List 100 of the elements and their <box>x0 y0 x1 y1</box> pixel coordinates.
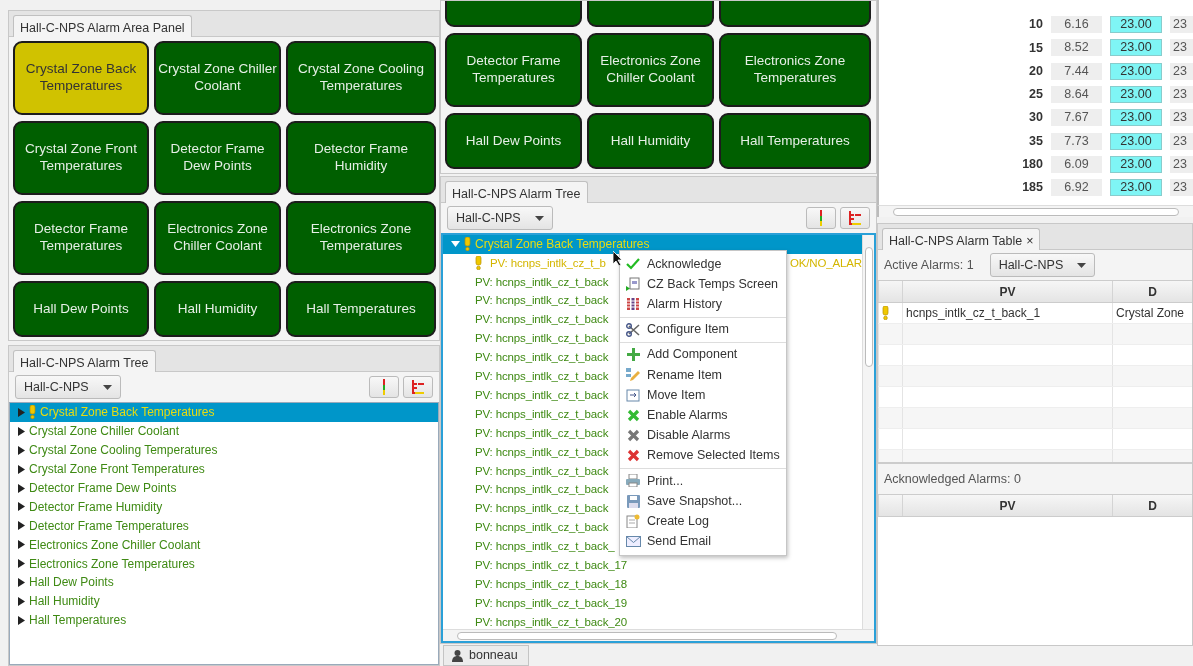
alarm-area-button[interactable]: Electronics Zone Temperatures <box>719 33 871 107</box>
column-header[interactable]: PV <box>999 496 1016 515</box>
alarm-area-button[interactable]: Electronics Zone Chiller Coolant <box>154 201 281 275</box>
tree-item[interactable]: Crystal Zone Cooling Temperatures <box>10 440 438 460</box>
tree-item[interactable]: Crystal Zone Front Temperatures <box>10 459 438 479</box>
column-header[interactable]: D <box>1148 496 1157 515</box>
value-cell: 6.92 <box>1051 179 1102 197</box>
row-label: 35 <box>1028 132 1043 150</box>
value-cell: 7.73 <box>1051 132 1102 150</box>
menu-item[interactable]: Print... <box>620 470 786 492</box>
alarm-area-button[interactable]: Hall Humidity <box>154 281 281 337</box>
value-cell: 23.00 <box>1110 86 1162 104</box>
alarm-area-button[interactable]: Hall Dew Points <box>13 281 149 337</box>
alarm-area-button[interactable]: Detector Frame Humidity <box>286 121 436 195</box>
panel-tab[interactable]: Hall-C-NPS Alarm Tree <box>13 350 156 372</box>
expand-arrow-icon[interactable] <box>18 559 25 569</box>
alarm-area-button[interactable]: Detector Frame Temperatures <box>13 201 149 275</box>
row-label: 185 <box>1021 179 1043 197</box>
expand-arrow-icon[interactable] <box>18 483 25 493</box>
filter-dropdown[interactable]: Hall-C-NPS <box>15 374 121 400</box>
horizontal-scrollbar[interactable] <box>443 629 874 641</box>
alarm-area-button[interactable]: Detector Frame Temperatures <box>445 33 582 107</box>
menu-item[interactable]: Add Component <box>620 344 786 365</box>
filter-dropdown[interactable]: Hall-C-NPS <box>447 205 553 231</box>
panel-tab[interactable]: Hall-C-NPS Alarm Tree <box>445 181 588 203</box>
expand-arrow-icon[interactable] <box>18 577 25 587</box>
tree-item[interactable]: Detector Frame Dew Points <box>10 478 438 498</box>
alarm-area-button[interactable]: Hall Dew Points <box>445 113 582 169</box>
menu-item[interactable]: Rename Item <box>620 364 786 386</box>
menu-item[interactable]: Disable Alarms <box>620 425 786 446</box>
scissors-icon <box>626 322 640 337</box>
item-label: Crystal Zone Back Temperatures <box>475 236 650 254</box>
value-cell: 6.16 <box>1051 16 1102 34</box>
check-icon <box>626 258 640 271</box>
tree-item[interactable]: Hall Temperatures <box>10 610 438 630</box>
tree-item[interactable]: Hall Dew Points <box>10 573 438 592</box>
horizontal-scrollbar[interactable] <box>877 205 1193 217</box>
item-label: PV: hcnps_intlk_cz_t_back <box>475 387 609 403</box>
item-label: Electronics Zone Chiller Coolant <box>29 536 201 554</box>
expand-arrow-icon[interactable] <box>18 464 25 474</box>
menu-item[interactable]: Move Item <box>620 385 786 406</box>
menu-item[interactable]: Acknowledge <box>620 254 786 275</box>
item-label: PV: hcnps_intlk_cz_t_back_18 <box>475 576 627 592</box>
item-label: PV: hcnps_intlk_cz_t_back_17 <box>475 557 627 573</box>
tree-view-button[interactable] <box>840 207 870 229</box>
row-label: 15 <box>1028 39 1043 57</box>
menu-item[interactable]: Create Log <box>620 511 786 532</box>
filter-dropdown[interactable]: Hall-C-NPS <box>989 252 1096 278</box>
alarm-area-button[interactable]: Crystal Zone Front Temperatures <box>13 121 149 195</box>
row-label: 20 <box>1028 62 1043 80</box>
tree-item[interactable]: Electronics Zone Temperatures <box>10 554 438 573</box>
column-header[interactable]: D <box>1148 282 1157 301</box>
tree-item[interactable]: Crystal Zone Chiller Coolant <box>10 421 438 441</box>
panel-tab[interactable]: Hall-C-NPS Alarm Area Panel <box>13 15 192 37</box>
menu-item[interactable]: Remove Selected Items <box>620 445 786 466</box>
alarm-filter-button[interactable] <box>369 376 399 398</box>
value-cell: 23.00 <box>1110 39 1162 57</box>
panel-tab[interactable]: Hall-C-NPS Alarm Table × <box>882 228 1041 250</box>
expand-arrow-icon[interactable] <box>18 540 25 550</box>
menu-item[interactable]: CZ Back Temps Screen <box>620 274 786 295</box>
tree-item[interactable]: Hall Humidity <box>10 591 438 611</box>
item-label: Crystal Zone Back Temperatures <box>40 404 215 422</box>
expand-arrow-icon[interactable] <box>18 502 25 512</box>
alarm-area-button[interactable]: Hall Humidity <box>587 113 714 169</box>
alarm-area-button[interactable]: Electronics Zone Temperatures <box>286 201 436 275</box>
alarm-area-button[interactable]: Electronics Zone Chiller Coolant <box>587 33 714 107</box>
expand-arrow-icon[interactable] <box>18 596 25 606</box>
user-button[interactable]: bonneau <box>443 645 529 666</box>
traffic-light-icon <box>818 210 824 226</box>
menu-item[interactable]: Configure Item <box>620 319 786 340</box>
alarm-area-button[interactable]: Detector Frame Dew Points <box>154 121 281 195</box>
alarm-area-button[interactable]: Crystal Zone Back Temperatures <box>13 41 149 115</box>
alarm-area-button[interactable]: Crystal Zone Chiller Coolant <box>154 41 281 115</box>
close-button[interactable]: × <box>1026 232 1034 247</box>
alarm-filter-button[interactable] <box>806 207 836 229</box>
tree-item[interactable]: Electronics Zone Chiller Coolant <box>10 535 438 555</box>
value-cell: 6.09 <box>1051 155 1102 173</box>
tree-item[interactable]: Detector Frame Temperatures <box>10 516 438 536</box>
expand-arrow-icon[interactable] <box>18 426 25 436</box>
expand-arrow-icon[interactable] <box>18 521 25 531</box>
vertical-scrollbar[interactable] <box>862 235 874 630</box>
tree-item[interactable]: Detector Frame Humidity <box>10 497 438 517</box>
column-header[interactable]: PV <box>999 282 1016 301</box>
tree-view-button[interactable] <box>403 376 433 398</box>
row-label: 10 <box>1028 16 1043 34</box>
item-label: PV: hcnps_intlk_cz_t_b <box>490 255 606 271</box>
collapse-arrow-icon[interactable] <box>451 240 460 249</box>
item-label: PV: hcnps_intlk_cz_t_back <box>475 350 609 366</box>
menu-item[interactable]: Alarm History <box>620 294 786 315</box>
expand-arrow-icon[interactable] <box>18 615 25 625</box>
alarm-area-button[interactable]: Hall Temperatures <box>286 281 436 337</box>
expand-arrow-icon[interactable] <box>18 445 25 455</box>
alarm-area-button[interactable]: Crystal Zone Cooling Temperatures <box>286 41 436 115</box>
document-icon <box>626 277 640 292</box>
printer-icon <box>626 474 640 488</box>
plus-icon <box>626 348 640 362</box>
alarm-area-button[interactable]: Hall Temperatures <box>719 113 871 169</box>
menu-item[interactable]: Save Snapshot... <box>620 491 786 512</box>
menu-item[interactable]: Send Email <box>620 531 786 552</box>
menu-item[interactable]: Enable Alarms <box>620 405 786 426</box>
